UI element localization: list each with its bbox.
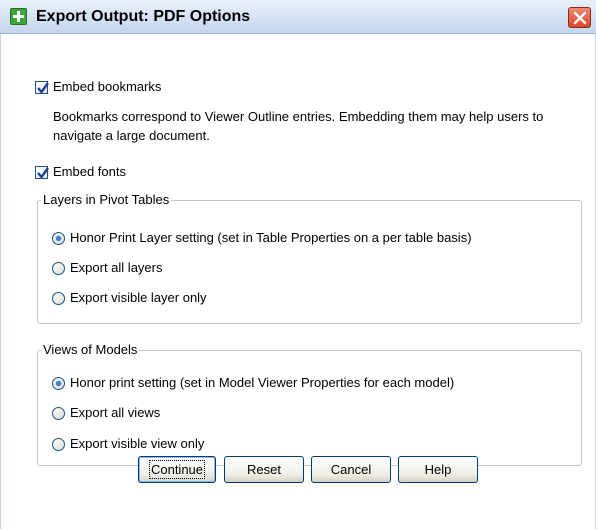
honor-print-setting-label[interactable]: Honor print setting (set in Model Viewer… (70, 375, 454, 390)
export-all-views-radio[interactable] (52, 407, 65, 420)
export-pdf-options-dialog: Export Output: PDF Options Embed bookmar… (0, 0, 596, 529)
bookmarks-description: Bookmarks correspond to Viewer Outline e… (53, 109, 544, 143)
checkmark-icon (37, 82, 49, 94)
export-visible-layer-label[interactable]: Export visible layer only (70, 290, 207, 305)
embed-bookmarks-checkbox[interactable] (35, 81, 49, 94)
dialog-title: Export Output: PDF Options (36, 8, 251, 25)
export-visible-view-radio[interactable] (52, 438, 65, 451)
layers-group-title: Layers in Pivot Tables (41, 192, 172, 207)
title-bar[interactable]: Export Output: PDF Options (0, 0, 596, 34)
app-icon (10, 8, 27, 25)
honor-print-layer-label[interactable]: Honor Print Layer setting (set in Table … (70, 230, 472, 245)
reset-button[interactable]: Reset (224, 456, 304, 483)
export-visible-view-label[interactable]: Export visible view only (70, 436, 204, 451)
embed-fonts-checkbox[interactable] (35, 166, 49, 179)
help-button[interactable]: Help (398, 456, 478, 483)
export-all-views-label[interactable]: Export all views (70, 405, 160, 420)
views-group-title: Views of Models (41, 342, 140, 357)
close-button[interactable] (568, 7, 591, 28)
export-all-layers-label[interactable]: Export all layers (70, 260, 162, 275)
continue-button-label: Continue (148, 460, 206, 479)
honor-print-setting-radio[interactable] (52, 377, 65, 390)
continue-button[interactable]: Continue (138, 456, 216, 483)
embed-fonts-label[interactable]: Embed fonts (53, 164, 126, 179)
embed-bookmarks-label[interactable]: Embed bookmarks (53, 79, 161, 94)
export-all-layers-radio[interactable] (52, 262, 65, 275)
cancel-button[interactable]: Cancel (311, 456, 391, 483)
export-visible-layer-radio[interactable] (52, 292, 65, 305)
checkmark-icon (37, 167, 49, 179)
honor-print-layer-radio[interactable] (52, 232, 65, 245)
close-icon (573, 11, 587, 25)
